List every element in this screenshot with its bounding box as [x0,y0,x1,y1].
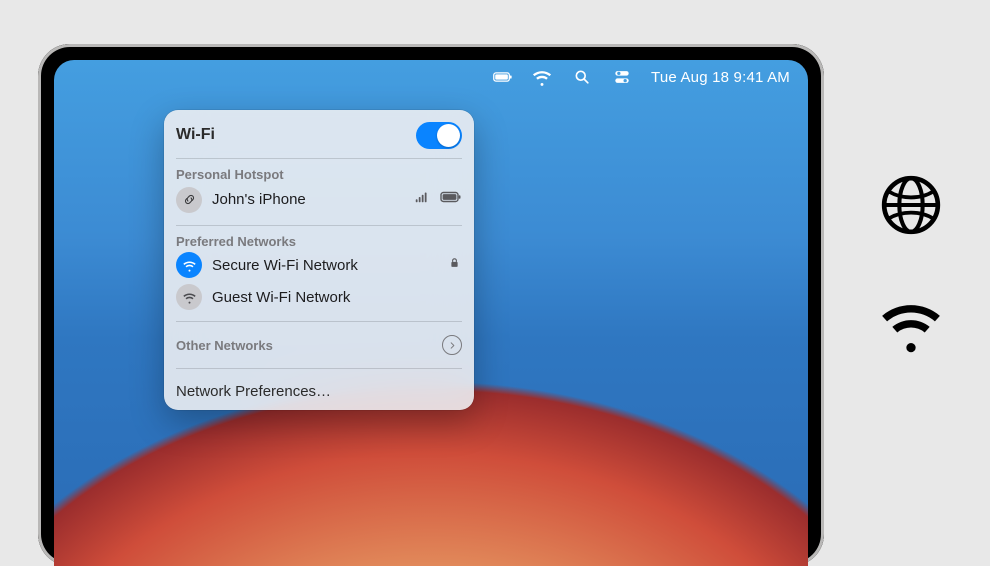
wifi-icon [876,289,946,364]
section-preferred-networks: Preferred Networks [176,234,462,249]
globe-icon [876,170,946,245]
divider [176,368,462,369]
other-networks-row[interactable]: Other Networks [176,330,462,360]
aside-icons [876,170,946,364]
wifi-toggle[interactable] [416,122,462,149]
divider [176,225,462,226]
menubar-clock[interactable]: Tue Aug 18 9:41 AM [651,69,790,86]
divider [176,158,462,159]
wifi-icon [176,252,202,278]
chevron-right-icon [442,335,462,355]
laptop-frame: Tue Aug 18 9:41 AM Wi-Fi Personal Hotspo… [38,44,824,566]
hotspot-item[interactable]: John's iPhone [176,182,462,217]
section-personal-hotspot: Personal Hotspot [176,167,462,182]
cellular-signal-icon [412,188,430,211]
network-item-guest[interactable]: Guest Wi-Fi Network [176,281,462,313]
wifi-title: Wi-Fi [176,126,406,144]
wifi-panel: Wi-Fi Personal Hotspot John's iPhone Pre… [164,110,474,410]
link-icon [176,187,202,213]
wifi-header: Wi-Fi [176,120,462,150]
wifi-icon[interactable] [531,66,553,88]
menubar: Tue Aug 18 9:41 AM [54,60,808,94]
battery-icon [438,185,462,214]
section-other-networks: Other Networks [176,338,432,353]
network-preferences-link[interactable]: Network Preferences… [176,377,462,402]
battery-icon[interactable] [491,66,513,88]
hotspot-name: John's iPhone [212,191,402,208]
control-center-icon[interactable] [611,66,633,88]
wifi-icon [176,284,202,310]
network-name: Guest Wi-Fi Network [212,289,462,306]
lock-icon [447,255,462,275]
desktop: Tue Aug 18 9:41 AM Wi-Fi Personal Hotspo… [54,60,808,566]
network-item-secure[interactable]: Secure Wi-Fi Network [176,249,462,281]
divider [176,321,462,322]
search-icon[interactable] [571,66,593,88]
network-name: Secure Wi-Fi Network [212,257,437,274]
